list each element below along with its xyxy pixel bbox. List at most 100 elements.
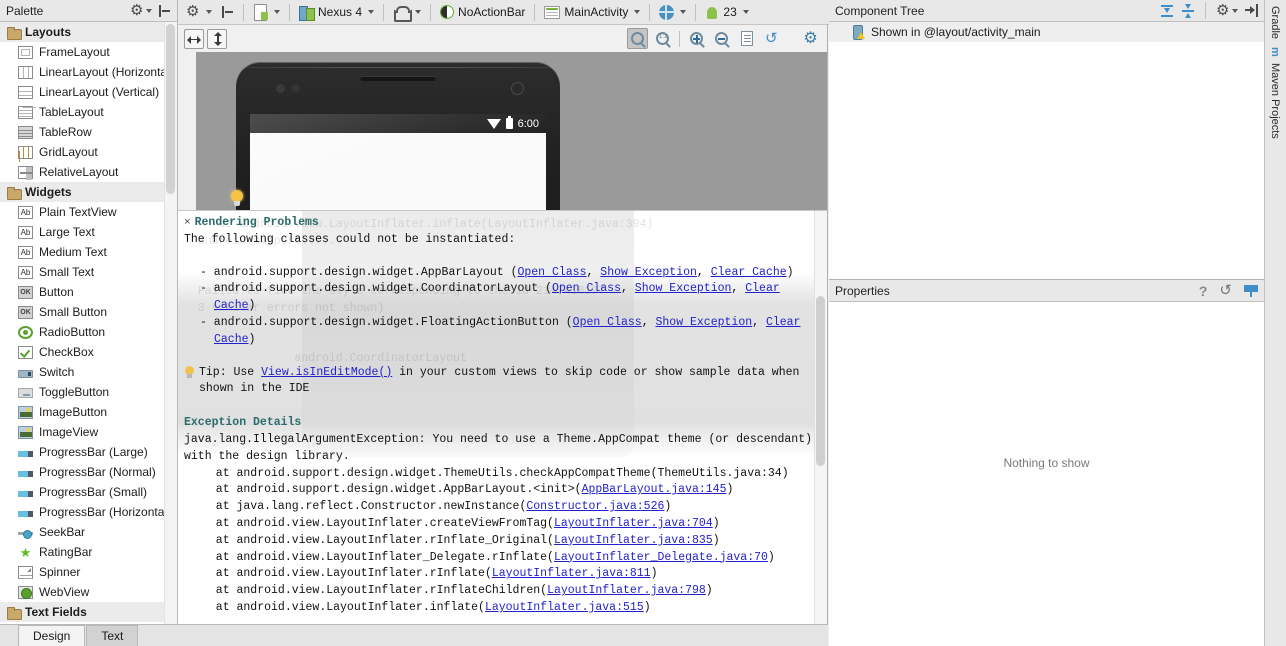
open-class-link[interactable]: Open Class [517,266,586,279]
open-class-link[interactable]: Open Class [573,316,642,329]
palette-scrollbar-thumb[interactable] [166,24,175,194]
toolbar-api-button[interactable]: 23 [701,2,752,23]
stack-link[interactable]: LayoutInflater.java:704 [554,517,713,530]
stack-text: at android.view.LayoutInflater.rInflate( [202,567,492,581]
stack-line: at android.view.LayoutInflater.rInflate(… [184,566,817,583]
palette-gear-icon[interactable] [130,4,152,18]
palette-item-relativelayout[interactable]: RelativeLayout [0,162,177,182]
toolbar-separator [1205,2,1206,19]
palette-item-spinner[interactable]: Spinner [0,562,177,582]
toolbar-orientation-button[interactable] [389,2,425,23]
tree-row-label: Shown in @layout/activity_main [871,25,1041,39]
tab-design[interactable]: Design [18,625,86,646]
palette-list[interactable]: Layouts FrameLayout LinearLayout (Horizo… [0,22,177,624]
palette-item-linearlayout-horizontal[interactable]: LinearLayout (Horizontal) [0,62,177,82]
palette-item-gridlayout[interactable]: GridLayout [0,142,177,162]
palette-item-radiobutton[interactable]: RadioButton [0,322,177,342]
document-button[interactable] [736,28,757,49]
tool-tab-gradle[interactable]: Gradle [1265,0,1285,45]
palette-item-ratingbar[interactable]: ★ RatingBar [0,542,177,562]
show-exception-link[interactable]: Show Exception [600,266,697,279]
palette-collapse-icon[interactable] [159,4,171,17]
text-view-icon: Ab [18,205,33,219]
right-tool-window-bar: Gradle m Maven Projects [1264,0,1286,646]
tool-tab-maven-projects[interactable]: Maven Projects [1265,57,1285,145]
rendering-problems-panel[interactable]: at android.view.LayoutInflater.inflate(L… [178,210,827,624]
palette-item-progressbar-normal[interactable]: ProgressBar (Normal) [0,462,177,482]
palette-item-framelayout[interactable]: FrameLayout [0,42,177,62]
palette-item-small-text[interactable]: Ab Small Text [0,262,177,282]
toolbar-activity-button[interactable]: MainActivity [540,2,644,23]
palette-item-togglebutton[interactable]: ToggleButton [0,382,177,402]
toolbar-file-config-button[interactable] [249,2,284,23]
design-canvas[interactable]: 6:00 at android.view.LayoutInflater.infl… [178,52,827,624]
open-class-link[interactable]: Open Class [552,282,621,295]
collapse-all-icon[interactable] [1181,3,1195,18]
zoom-actual-size-button[interactable]: 1:1 [652,28,673,49]
toolbar-theme-button[interactable]: NoActionBar [436,2,529,23]
stack-link[interactable]: LayoutInflater_Delegate.java:70 [554,551,768,564]
stack-tail: ) [767,550,775,564]
palette-item-webview[interactable]: WebView [0,582,177,602]
stack-link[interactable]: AppBarLayout.java:145 [582,483,727,496]
stack-line: at java.lang.reflect.Constructor.newInst… [184,499,817,516]
palette-item-switch[interactable]: Switch [0,362,177,382]
is-in-edit-mode-link[interactable]: View.isInEditMode() [261,366,392,379]
palette-item-progressbar-small[interactable]: ProgressBar (Small) [0,482,177,502]
hide-panel-icon[interactable] [1245,4,1258,17]
palette-item-imageview[interactable]: ImageView [0,422,177,442]
design-settings-button[interactable]: ⚙ [800,28,821,49]
palette-item-imagebutton[interactable]: ImageButton [0,402,177,422]
zoom-to-fit-button[interactable] [627,28,648,49]
palette-group-text-fields[interactable]: Text Fields [0,602,177,622]
stack-link[interactable]: LayoutInflater.java:515 [485,601,644,614]
palette-item-button[interactable]: OK Button [0,282,177,302]
radio-button-icon [18,325,33,339]
toolbar-settings-button[interactable] [182,2,216,23]
palette-item-seekbar[interactable]: SeekBar [0,522,177,542]
tree-row[interactable]: Shown in @layout/activity_main [829,22,1264,42]
toolbar-device-button[interactable]: Nexus 4 [295,2,378,23]
stack-line: at android.support.design.widget.AppBarL… [184,482,817,499]
resize-horizontal-button[interactable] [184,28,204,49]
palette-item-checkbox[interactable]: CheckBox [0,342,177,362]
toolbar-collapse-button[interactable] [218,2,238,23]
palette-item-medium-text[interactable]: Ab Medium Text [0,242,177,262]
palette-item-large-text[interactable]: Ab Large Text [0,222,177,242]
show-exception-link[interactable]: Show Exception [635,282,732,295]
stack-link[interactable]: LayoutInflater.java:811 [492,567,651,580]
spinner-icon [18,565,33,579]
clear-cache-link[interactable]: Clear Cache [711,266,787,279]
palette-item-linearlayout-vertical[interactable]: LinearLayout (Vertical) [0,82,177,102]
stack-link[interactable]: LayoutInflater.java:798 [547,584,706,597]
close-icon[interactable]: × [184,215,191,232]
linear-layout-vertical-icon [18,85,33,99]
render-warning-bulb-icon[interactable] [229,190,246,207]
palette-item-plain-textview[interactable]: Ab Plain TextView [0,202,177,222]
component-tree-gear-icon[interactable] [1216,4,1238,18]
palette-item-progressbar-large[interactable]: ProgressBar (Large) [0,442,177,462]
table-layout-icon [18,105,33,119]
palette-group-layouts[interactable]: Layouts [0,22,177,42]
rendering-problems-scrollbar-track[interactable] [814,211,827,624]
toolbar-locale-button[interactable] [655,2,690,23]
resize-vertical-button[interactable] [207,28,227,49]
palette-item-small-button[interactable]: OK Small Button [0,302,177,322]
palette-item-label: ProgressBar (Normal) [39,465,156,479]
show-exception-link[interactable]: Show Exception [656,316,753,329]
refresh-button[interactable]: ↻ [761,28,782,49]
rendering-problems-scrollbar-thumb[interactable] [816,296,825,466]
stack-link[interactable]: LayoutInflater.java:835 [554,534,713,547]
palette-item-tablerow[interactable]: TableRow [0,122,177,142]
toolbar-separator [679,30,680,47]
palette-group-widgets[interactable]: Widgets [0,182,177,202]
zoom-in-button[interactable] [686,28,707,49]
zoom-out-button[interactable] [711,28,732,49]
stack-link[interactable]: Constructor.java:526 [526,500,664,513]
palette-item-tablelayout[interactable]: TableLayout [0,102,177,122]
device-preview[interactable]: 6:00 [196,52,827,462]
tab-text[interactable]: Text [86,625,139,646]
palette-item-progressbar-horizontal[interactable]: ProgressBar (Horizontal) [0,502,177,522]
expand-all-icon[interactable] [1160,4,1174,18]
palette-scrollbar-track[interactable] [164,22,177,624]
